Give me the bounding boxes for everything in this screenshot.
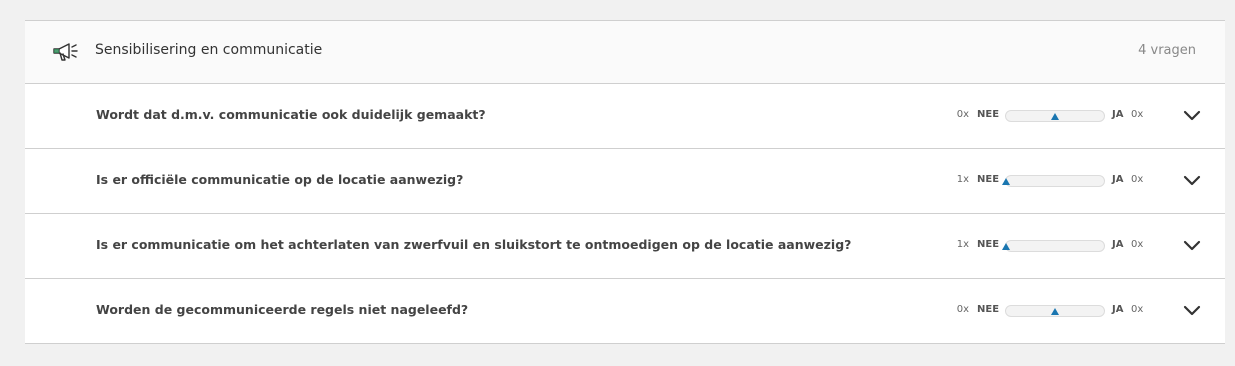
- yes-count: 0x: [1131, 239, 1144, 250]
- question-row[interactable]: Wordt dat d.m.v. communicatie ook duidel…: [25, 84, 1225, 149]
- poll-result: 1x NEE JA 0x: [945, 239, 1145, 253]
- poll-track: [1005, 305, 1105, 317]
- question-row[interactable]: Is er communicatie om het achterlaten va…: [25, 214, 1225, 279]
- no-label: NEE: [977, 239, 1000, 250]
- no-count: 0x: [956, 109, 969, 120]
- question-count: 4 vragen: [1138, 43, 1196, 58]
- chevron-down-icon[interactable]: [1183, 108, 1201, 122]
- no-count: 0x: [956, 304, 969, 315]
- question-text: Wordt dat d.m.v. communicatie ook duidel…: [96, 107, 486, 122]
- question-text: Worden de gecommuniceerde regels niet na…: [96, 302, 469, 317]
- section-title: Sensibilisering en communicatie: [95, 42, 323, 58]
- survey-section-panel: Sensibilisering en communicatie 4 vragen…: [25, 20, 1225, 344]
- no-count: 1x: [956, 239, 969, 250]
- poll-result: 0x NEE JA 0x: [945, 109, 1145, 123]
- section-header: Sensibilisering en communicatie 4 vragen: [25, 21, 1225, 84]
- yes-label: JA: [1112, 174, 1124, 185]
- poll-marker: [1051, 113, 1059, 120]
- megaphone-icon: [53, 43, 78, 61]
- no-label: NEE: [977, 304, 1000, 315]
- no-count: 1x: [956, 174, 969, 185]
- question-text: Is er officiële communicatie op de locat…: [96, 172, 464, 187]
- chevron-down-icon[interactable]: [1183, 303, 1201, 317]
- yes-count: 0x: [1131, 174, 1144, 185]
- poll-track: [1002, 175, 1105, 187]
- yes-count: 0x: [1131, 304, 1144, 315]
- yes-count: 0x: [1131, 109, 1144, 120]
- poll-track: [1002, 240, 1105, 252]
- poll-result: 1x NEE JA 0x: [945, 174, 1145, 188]
- yes-label: JA: [1112, 109, 1124, 120]
- question-row[interactable]: Worden de gecommuniceerde regels niet na…: [25, 279, 1225, 343]
- poll-result: 0x NEE JA 0x: [945, 304, 1145, 318]
- no-label: NEE: [977, 109, 1000, 120]
- question-row[interactable]: Is er officiële communicatie op de locat…: [25, 149, 1225, 214]
- poll-marker: [1002, 243, 1010, 250]
- question-text: Is er communicatie om het achterlaten va…: [96, 237, 852, 252]
- poll-marker: [1002, 178, 1010, 185]
- poll-track: [1005, 110, 1105, 122]
- chevron-down-icon[interactable]: [1183, 238, 1201, 252]
- yes-label: JA: [1112, 239, 1124, 250]
- yes-label: JA: [1112, 304, 1124, 315]
- no-label: NEE: [977, 174, 1000, 185]
- chevron-down-icon[interactable]: [1183, 173, 1201, 187]
- poll-marker: [1051, 308, 1059, 315]
